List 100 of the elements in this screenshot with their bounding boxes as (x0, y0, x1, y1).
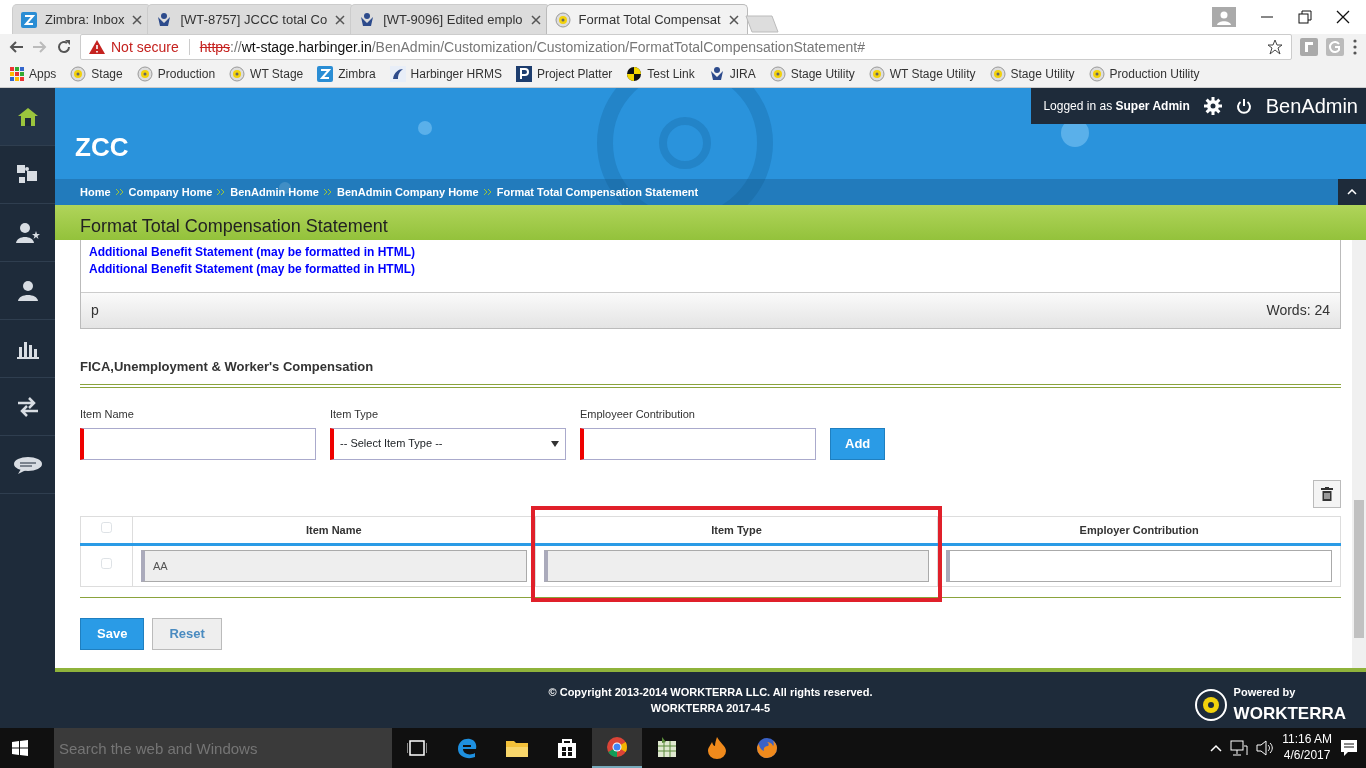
version-text: WORKTERRA 2017-4-5 (650, 701, 771, 716)
z-logo-icon (21, 11, 37, 28)
bookmark[interactable]: WT Stage Utility (868, 64, 976, 83)
back-icon[interactable] (8, 39, 24, 55)
brand-name: BenAdmin (1265, 94, 1358, 119)
search-field[interactable]: Search the web and Windows (54, 728, 392, 768)
target-icon (229, 65, 246, 82)
login-status: Logged in as Super Admin (1043, 98, 1190, 115)
bookmark[interactable]: Zimbra (317, 64, 376, 83)
bookmark[interactable]: JIRA (708, 64, 756, 83)
input-field[interactable] (80, 427, 316, 460)
caret-up-icon (1347, 189, 1357, 195)
powered-by-text: Powered by (1233, 685, 1297, 700)
settings-icon[interactable] (1203, 97, 1222, 115)
breadcrumb-link[interactable]: BenAdmin Home (230, 183, 319, 201)
chat-bubble-icon (12, 454, 43, 475)
bookmark[interactable]: Apps (10, 64, 57, 83)
test-target-icon (626, 65, 643, 82)
flame-icon (707, 737, 727, 759)
target-icon (868, 65, 885, 82)
taskbar-app[interactable] (592, 728, 642, 768)
breadcrumb-link[interactable]: Company Home (128, 183, 213, 201)
close-icon[interactable] (1336, 10, 1350, 24)
column-header: Item Name (132, 516, 536, 545)
copyright-text: © Copyright 2013-2014 WORKTERRA LLC. All rights reserved. (548, 684, 873, 700)
home-icon (16, 106, 39, 127)
close-icon[interactable] (728, 14, 739, 25)
speaker-icon[interactable] (1256, 740, 1275, 756)
network-icon[interactable] (1230, 740, 1249, 756)
editor-text: Additional Benefit Statement (may be formatted in HTML) (89, 244, 416, 261)
input-field[interactable] (580, 427, 816, 460)
bookmark[interactable]: Production Utility (1088, 64, 1200, 83)
target-icon (769, 65, 786, 82)
target-icon (136, 65, 153, 82)
bookmark[interactable]: Test Link (626, 64, 695, 83)
clock-date[interactable]: 4/6/2017 (1282, 748, 1332, 764)
user-icon (16, 279, 39, 302)
windows-icon (12, 740, 28, 756)
fox-globe-icon (756, 737, 778, 759)
field-label: Item Name (80, 407, 135, 423)
bookmark-star-icon[interactable] (1267, 39, 1283, 55)
swirl-icon (389, 65, 406, 82)
chevron-icon (323, 188, 332, 196)
collapse-button[interactable] (1338, 179, 1366, 205)
chevron-up-icon[interactable] (1210, 744, 1223, 752)
section-title: FICA,Unemployment & Worker's Compensation (80, 357, 375, 376)
rich-text-editor[interactable]: Additional Benefit Statement (may be formatted in HTML) Additional Benefit Statement (may be formatted in HTML) p Words: 24 (80, 240, 1341, 329)
target-icon (1088, 65, 1105, 82)
warning-icon (89, 40, 105, 54)
column-header: Item Type (535, 516, 938, 545)
bookmark[interactable]: WT Stage (229, 64, 304, 83)
browser-e-icon (456, 737, 478, 759)
chevron-icon (217, 188, 226, 196)
checkbox[interactable] (101, 521, 112, 533)
task-view-icon (407, 740, 427, 756)
bookmark[interactable]: Stage (70, 64, 123, 83)
browser-tab[interactable]: Format Total Compensat (545, 4, 748, 34)
reload-icon[interactable] (56, 39, 72, 55)
caret-down-icon (551, 440, 559, 447)
p-logo-icon (515, 65, 532, 82)
scrollbar[interactable] (1352, 240, 1366, 668)
delete-button[interactable] (1313, 479, 1341, 508)
editor-text: Additional Benefit Statement (may be formatted in HTML) (89, 260, 416, 278)
bookmark[interactable]: Harbinger HRMS (389, 64, 502, 83)
chevron-icon (115, 188, 124, 196)
bookmark[interactable]: Project Platter (515, 64, 613, 83)
word-count: Words: 24 (1266, 300, 1330, 320)
z-logo-icon (317, 65, 334, 82)
notification-icon[interactable] (1340, 739, 1358, 757)
trash-icon (1321, 486, 1333, 501)
bookmark[interactable]: Production (136, 64, 216, 83)
breadcrumb-link[interactable]: Home (80, 183, 111, 201)
folder-icon (506, 739, 528, 757)
target-icon (989, 65, 1006, 82)
input-field[interactable] (946, 550, 1332, 583)
select-field[interactable]: -- Select Item Type -- (330, 427, 566, 460)
clock-time[interactable]: 11:16 AM (1282, 732, 1332, 748)
bookmark[interactable]: Stage Utility (769, 64, 855, 83)
jira-figure-icon (708, 65, 725, 82)
chrome-ball-icon (606, 736, 628, 758)
jira-figure-icon (359, 11, 376, 28)
swap-arrows-icon (15, 396, 40, 417)
checkbox[interactable] (101, 557, 112, 569)
target-logo-icon (1193, 688, 1228, 722)
kebab-menu-icon[interactable] (1352, 38, 1358, 56)
sidebar-item[interactable] (0, 88, 55, 146)
apps-grid-icon (10, 66, 24, 81)
page-title: Format Total Compensation Statement (55, 205, 1366, 240)
address-field[interactable]: Not secure https://wt-stage.harbinger.in/BenAdmin/Customization/Customization/FormatTotalCompensationStatement# (80, 34, 1292, 60)
element-path: p (91, 300, 99, 320)
breadcrumb-link[interactable]: Format Total Compensation Statement (496, 183, 699, 201)
bookmark[interactable]: Stage Utility (989, 64, 1075, 83)
power-icon[interactable] (1235, 98, 1252, 114)
target-icon (70, 65, 87, 82)
shopping-bag-icon (557, 738, 577, 758)
breadcrumb-link[interactable]: BenAdmin Company Home (336, 183, 479, 201)
restore-icon[interactable] (1298, 10, 1312, 24)
target-icon (554, 11, 571, 28)
app-logo: ZCC (75, 131, 129, 164)
chevron-icon (483, 188, 492, 196)
